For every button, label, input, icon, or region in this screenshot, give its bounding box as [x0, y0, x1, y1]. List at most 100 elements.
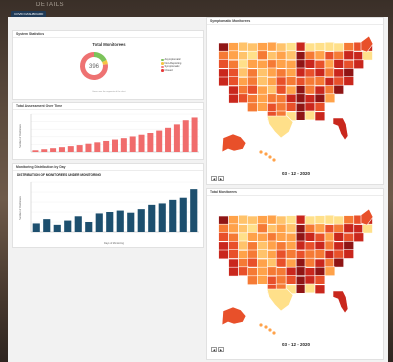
bar[interactable] — [32, 223, 40, 232]
state-region[interactable] — [304, 275, 316, 286]
state-hawaii[interactable] — [272, 158, 276, 162]
state-region[interactable] — [275, 76, 287, 87]
state-region[interactable] — [314, 232, 326, 243]
state-region[interactable] — [295, 240, 307, 251]
prev-date-button[interactable]: ◀ — [211, 347, 217, 352]
state-region[interactable] — [247, 102, 258, 113]
state-region[interactable] — [247, 42, 258, 53]
state-region[interactable] — [295, 224, 307, 234]
state-region[interactable] — [257, 85, 268, 96]
state-region[interactable] — [295, 59, 307, 69]
state-region[interactable] — [228, 223, 239, 233]
state-region[interactable] — [267, 51, 278, 61]
state-region[interactable] — [285, 93, 297, 104]
state-region[interactable] — [324, 214, 336, 225]
state-region[interactable] — [304, 257, 316, 268]
state-region[interactable] — [218, 241, 229, 251]
state-region[interactable] — [247, 249, 258, 260]
state-region[interactable] — [238, 77, 249, 87]
state-region[interactable] — [257, 50, 268, 60]
state-region[interactable] — [333, 50, 345, 61]
state-region[interactable] — [343, 50, 355, 60]
state-region[interactable] — [275, 102, 287, 113]
state-region[interactable] — [324, 77, 336, 87]
bar[interactable] — [182, 120, 189, 152]
state-hawaii[interactable] — [259, 323, 263, 327]
donut-chart[interactable]: 396 — [68, 48, 148, 94]
state-region[interactable] — [343, 68, 355, 78]
state-region[interactable] — [314, 50, 326, 60]
bar[interactable] — [103, 140, 110, 152]
state-region[interactable] — [257, 215, 268, 225]
state-region[interactable] — [324, 85, 336, 95]
state-region[interactable] — [343, 232, 355, 243]
state-region[interactable] — [285, 102, 297, 112]
us-choropleth-map[interactable] — [211, 203, 383, 343]
bar[interactable] — [106, 212, 114, 232]
state-hawaii[interactable] — [264, 325, 268, 329]
state-region[interactable] — [353, 51, 365, 61]
state-region[interactable] — [238, 266, 249, 276]
state-region[interactable] — [257, 249, 268, 259]
state-region[interactable] — [324, 93, 336, 103]
state-region[interactable] — [285, 59, 297, 70]
state-region[interactable] — [267, 77, 278, 87]
state-region[interactable] — [267, 224, 278, 234]
bar[interactable] — [165, 127, 172, 152]
state-region[interactable] — [267, 250, 278, 260]
us-choropleth-map[interactable] — [211, 30, 383, 170]
state-region[interactable] — [247, 76, 258, 87]
state-region[interactable] — [247, 50, 258, 61]
state-region[interactable] — [267, 258, 278, 268]
state-region[interactable] — [267, 85, 278, 95]
state-region[interactable] — [285, 275, 297, 285]
state-region[interactable] — [353, 224, 365, 234]
state-region[interactable] — [275, 68, 287, 78]
state-region[interactable] — [218, 42, 229, 53]
state-region[interactable] — [295, 93, 307, 103]
state-region[interactable] — [275, 215, 287, 226]
bar[interactable] — [137, 209, 145, 232]
bar[interactable] — [148, 204, 156, 232]
state-region[interactable] — [333, 249, 345, 260]
state-region[interactable] — [267, 214, 278, 225]
state-region[interactable] — [343, 76, 355, 86]
state-region[interactable] — [238, 232, 249, 242]
state-region[interactable] — [314, 258, 326, 269]
state-region[interactable] — [228, 215, 239, 225]
bar[interactable] — [43, 219, 51, 232]
state-region[interactable] — [343, 223, 355, 233]
state-region[interactable] — [257, 223, 268, 233]
state-region[interactable] — [324, 266, 336, 276]
state-region[interactable] — [247, 215, 258, 226]
state-region[interactable] — [238, 85, 249, 95]
state-region[interactable] — [228, 241, 239, 251]
state-region[interactable] — [275, 50, 287, 61]
state-region[interactable] — [267, 41, 278, 52]
state-region[interactable] — [238, 59, 249, 69]
state-region[interactable] — [353, 59, 365, 69]
state-region[interactable] — [257, 241, 268, 251]
bar[interactable] — [191, 117, 198, 152]
state-region[interactable] — [304, 223, 316, 234]
state-region[interactable] — [228, 266, 239, 277]
state-region[interactable] — [333, 257, 345, 268]
state-region[interactable] — [314, 241, 326, 251]
state-region[interactable] — [343, 59, 355, 70]
state-region[interactable] — [285, 249, 297, 259]
state-region[interactable] — [267, 232, 278, 242]
state-region[interactable] — [275, 84, 287, 95]
state-region[interactable] — [295, 275, 307, 286]
state-region[interactable] — [295, 67, 307, 78]
state-region[interactable] — [218, 76, 229, 87]
state-region[interactable] — [218, 232, 229, 242]
state-region[interactable] — [218, 68, 229, 78]
state-region[interactable] — [228, 93, 239, 104]
state-region[interactable] — [238, 41, 249, 52]
state-region[interactable] — [275, 59, 287, 69]
state-region[interactable] — [267, 67, 278, 78]
state-region[interactable] — [314, 266, 326, 277]
state-region[interactable] — [333, 68, 345, 78]
state-region[interactable] — [304, 241, 316, 251]
state-region[interactable] — [314, 68, 326, 78]
